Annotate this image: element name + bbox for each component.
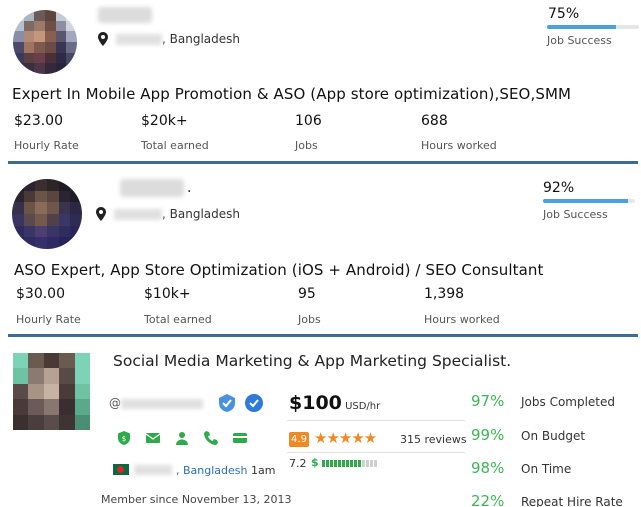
total-earned-label: Total earned [144,313,212,326]
location: , Bangladesh 1am [176,464,275,477]
earnings-bar-segment [342,460,345,467]
reviews-link[interactable]: 315 reviews [400,433,467,446]
divider [287,420,465,421]
jobs-completed-pct: 97% [471,392,505,410]
price-unit: USD/hr [341,401,381,412]
earnings-bar-segment [374,460,377,467]
total-earned-label: Total earned [141,139,209,152]
profile-title[interactable]: Social Media Marketing & App Marketing S… [113,352,511,370]
hours-worked-label: Hours worked [424,313,500,326]
earnings-bar-segment [322,460,325,467]
handle-prefix: @ [109,396,121,410]
earnings-bar-segment [354,460,357,467]
shield-icon: $ [118,431,130,445]
location-pin-icon [98,32,108,46]
rating-badge: 4.9 [289,432,309,447]
mail-icon [145,433,161,443]
earnings-dollar-icon: $ [311,456,319,469]
avatar[interactable] [13,10,77,74]
city-redacted [116,33,162,45]
repeat-hire-label: Repeat Hire Rate [521,495,623,507]
hourly-rate-value: $23.00 [14,113,63,129]
hours-worked-label: Hours worked [421,139,497,152]
name-redacted [98,7,152,23]
location-country: , Bangladesh [176,464,248,477]
hourly-rate-value: $30.00 [16,286,65,302]
handle-redacted [121,398,203,409]
earnings-bar-segment [326,460,329,467]
earnings-bar-segment [366,460,369,467]
location: , Bangladesh [98,32,240,46]
earnings-bar-segment [346,460,349,467]
job-success-bar-fill [543,199,628,203]
preferred-badge-icon [245,394,263,412]
jobs-label: Jobs [295,139,318,152]
hourly-rate-label: Hourly Rate [16,313,81,326]
phone-icon [204,431,218,445]
hours-worked-value: 1,398 [424,286,465,302]
on-time-label: On Time [521,462,572,476]
freelancer-title[interactable]: ASO Expert, App Store Optimization (iOS … [14,261,544,279]
on-time-pct: 98% [471,459,505,477]
handle[interactable]: @ [109,396,203,410]
card-divider [8,161,638,164]
avatar[interactable] [13,353,90,430]
freelancer-card-2[interactable]: . , Bangladesh 92% Job Success ASO Exper… [0,166,641,336]
location-pin-icon [96,207,106,221]
job-success-bar-fill [547,25,616,29]
jobs-label: Jobs [298,313,321,326]
star-rating: ★★★★★ [314,429,377,447]
earnings-score: 7.2 [289,457,307,470]
card-divider [8,334,638,337]
earnings-bar-meter [322,460,377,467]
verification-icons: $ [116,430,248,446]
avatar[interactable] [12,179,82,249]
city-redacted [134,465,172,475]
earnings-bar-segment [358,460,361,467]
name-redacted [120,179,184,197]
freelancer-title[interactable]: Expert In Mobile App Promotion & ASO (Ap… [12,85,571,103]
divider [287,452,465,453]
total-earned-value: $10k+ [144,286,191,302]
repeat-hire-pct: 22% [471,492,505,507]
job-success-label: Job Success [547,34,612,47]
hourly-rate-label: Hourly Rate [14,139,79,152]
member-since: Member since November 13, 2013 [101,493,292,506]
city-redacted [114,208,162,220]
job-success-value: 75% [548,6,580,22]
earnings-bar-segment [350,460,353,467]
jobs-value: 95 [298,286,316,302]
name-suffix: . [187,180,192,196]
location-country: , Bangladesh [162,207,240,221]
jobs-completed-label: Jobs Completed [521,395,616,409]
location-country: , Bangladesh [162,32,240,46]
earnings-bar-segment [362,460,365,467]
on-budget-pct: 99% [471,426,505,444]
earnings-bar-segment [370,460,373,467]
svg-text:$: $ [122,435,126,443]
job-success-label: Job Success [543,208,608,221]
user-icon [176,432,188,445]
earnings-bar-segment [338,460,341,467]
freelancer-card-1[interactable]: , Bangladesh 75% Job Success Expert In M… [0,0,641,163]
on-budget-label: On Budget [521,429,586,443]
earnings-bar-segment [334,460,337,467]
local-time: 1am [247,464,276,477]
earnings-bar-segment [330,460,333,467]
job-success-bar [543,199,635,203]
total-earned-value: $20k+ [141,113,188,129]
jobs-value: 106 [295,113,322,129]
verified-badge-icon [219,394,235,412]
job-success-bar [547,25,639,29]
bangladesh-flag-icon [113,464,129,475]
job-success-value: 92% [543,180,575,196]
card-icon [233,433,247,443]
price-value: $100 [289,392,342,414]
hours-worked-value: 688 [421,113,448,129]
hourly-price: $100 USD/hr [289,392,380,414]
location: , Bangladesh [96,207,240,221]
